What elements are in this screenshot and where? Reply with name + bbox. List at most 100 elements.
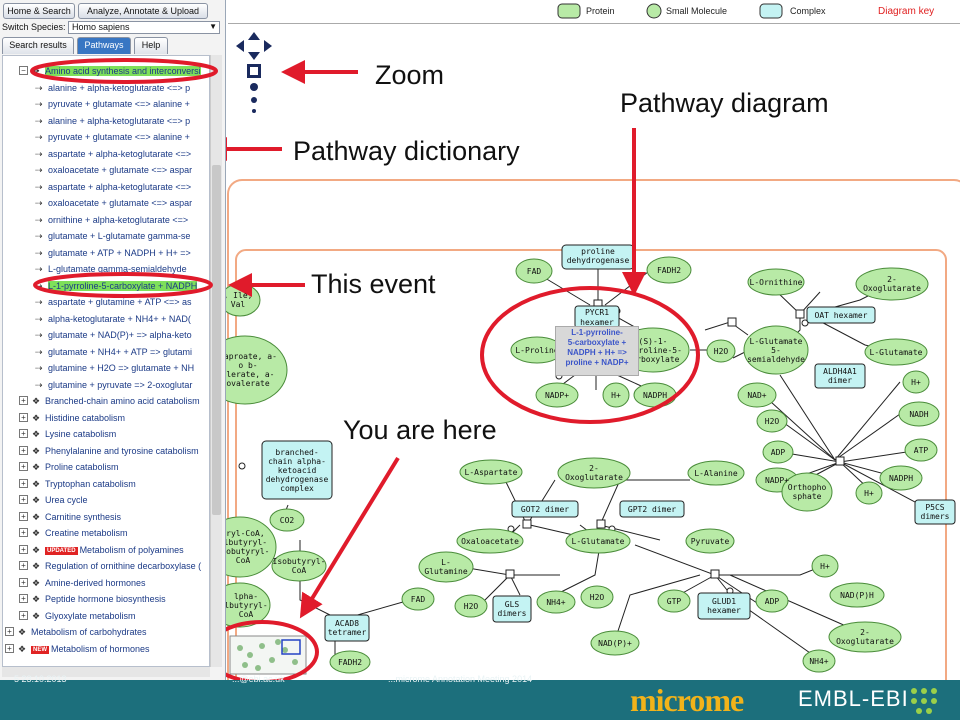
zoom-control[interactable] bbox=[236, 32, 272, 113]
pan-down-icon[interactable] bbox=[248, 52, 260, 60]
expand-toggle-icon[interactable]: + bbox=[19, 577, 28, 587]
analyze-annotate-upload-button[interactable]: Analyze, Annotate & Upload bbox=[78, 3, 208, 19]
node-label-nadph2: NADPH bbox=[856, 474, 946, 483]
tree-pathway-item[interactable]: + ❖ Tryptophan catabolism bbox=[19, 477, 136, 491]
tree-pathway-item[interactable]: + ❖ Lysine catabolism bbox=[19, 427, 116, 441]
tree-item-label: glutamine + pyruvate => 2-oxoglutar bbox=[48, 379, 193, 390]
expand-toggle-icon[interactable]: + bbox=[19, 478, 28, 488]
tree-item-label: oxaloacetate + glutamate <=> aspar bbox=[48, 165, 193, 175]
tree-pathway-item[interactable]: + ❖ NEW Metabolism of hormones bbox=[5, 642, 150, 656]
pan-left-icon[interactable] bbox=[236, 40, 244, 52]
tree-event-item[interactable]: ⇢ glutamate + NH4+ + ATP => glutami bbox=[35, 345, 192, 359]
tree-pathway-item[interactable]: + ❖ Urea cycle bbox=[19, 493, 88, 507]
pan-right-icon[interactable] bbox=[264, 40, 272, 52]
expand-toggle-icon[interactable]: + bbox=[19, 610, 28, 620]
expand-toggle-icon[interactable]: + bbox=[19, 594, 28, 603]
expand-toggle-icon[interactable]: + bbox=[19, 396, 28, 405]
collapse-toggle-icon[interactable]: − bbox=[19, 66, 28, 75]
tree-pathway-item[interactable]: + ❖ Metabolism of carbohydrates bbox=[5, 625, 147, 639]
tree-pathway-item[interactable]: + ❖ Carnitine synthesis bbox=[19, 510, 121, 524]
expand-toggle-icon[interactable]: + bbox=[19, 495, 28, 504]
tree-pathway-item[interactable]: + ❖ Phenylalanine and tyrosine catabolism bbox=[19, 444, 199, 458]
node-label-line: NADH bbox=[909, 409, 929, 419]
expand-toggle-icon[interactable]: + bbox=[19, 412, 28, 422]
pathway-icon: ❖ bbox=[32, 544, 41, 555]
tree-event-item[interactable]: ⇢ glutamine + H2O => glutamate + NH bbox=[35, 361, 194, 375]
tree-event-item[interactable]: ⇢ glutamate + L-glutamate gamma-se bbox=[35, 229, 190, 243]
home-search-button[interactable]: Home & Search bbox=[3, 3, 75, 19]
tree-event-item[interactable]: ⇢ oxaloacetate + glutamate <=> aspar bbox=[35, 196, 192, 210]
node-label-line: 2- bbox=[860, 628, 870, 637]
pathway-icon: ❖ bbox=[32, 528, 41, 538]
pathway-dictionary-tree[interactable]: − ❖ Amino acid synthesis and interconversi… bbox=[2, 55, 210, 667]
node-label-adp2: ADP bbox=[727, 597, 817, 606]
zoom-level-icon[interactable] bbox=[250, 83, 258, 91]
node-label-oxoglutarate1: 2- Oxoglutarate bbox=[847, 275, 937, 293]
expand-toggle-icon[interactable]: + bbox=[5, 627, 14, 636]
tree-pathway-item[interactable]: + ❖ Regulation of ornithine decarboxylase … bbox=[19, 559, 201, 573]
node-label-line: 2- bbox=[887, 275, 897, 284]
tree-event-item[interactable]: ⇢ pyruvate + glutamate <=> alanine + bbox=[35, 130, 190, 144]
tab-help[interactable]: Help bbox=[134, 37, 168, 54]
expand-toggle-icon[interactable]: + bbox=[19, 528, 28, 537]
node-label-oat-hexamer: OAT hexamer bbox=[796, 311, 886, 320]
expand-toggle-icon[interactable]: + bbox=[19, 429, 28, 438]
expand-toggle-icon[interactable]: + bbox=[19, 511, 28, 521]
node-label-nadph3: NAD(P)H bbox=[812, 591, 902, 600]
tree-event-item[interactable]: ⇢ alanine + alpha-ketoglutarate <=> p bbox=[35, 114, 190, 128]
tree-event-item[interactable]: ⇢ glutamate + ATP + NADPH + H+ => bbox=[35, 246, 191, 260]
node-label-fad1: FAD bbox=[489, 267, 579, 276]
tree-pathway-item[interactable]: − ❖ Amino acid synthesis and interconversi bbox=[19, 64, 201, 78]
node-label-gpt2: GPT2 dimer bbox=[607, 505, 697, 514]
tree-pathway-item[interactable]: + ❖ Glyoxylate metabolism bbox=[19, 609, 136, 623]
expand-toggle-icon[interactable]: + bbox=[5, 643, 14, 653]
zoom-level-icon[interactable] bbox=[252, 109, 256, 113]
diagram-key-title[interactable]: Diagram key bbox=[878, 6, 934, 17]
scrollbar-thumb[interactable] bbox=[212, 165, 221, 515]
status-badge: NEW bbox=[31, 645, 49, 654]
reaction-icon: ⇢ bbox=[35, 99, 43, 109]
tree-event-item[interactable]: ⇢ aspartate + alpha-ketoglutarate <=> bbox=[35, 147, 191, 161]
tree-pathway-item[interactable]: + ❖ Branched-chain amino acid catabolism bbox=[19, 394, 200, 408]
tree-event-item[interactable]: ⇢ aspartate + glutamine + ATP <=> as bbox=[35, 295, 192, 309]
tree-pathway-item[interactable]: + ❖ Creatine metabolism bbox=[19, 526, 128, 540]
tree-pathway-item[interactable]: + ❖ Amine-derived hormones bbox=[19, 576, 146, 590]
species-select[interactable]: Homo sapiens ▼ bbox=[68, 21, 220, 34]
tree-pathway-item[interactable]: + ❖ Peptide hormone biosynthesis bbox=[19, 592, 166, 606]
overview-thumbnail[interactable] bbox=[229, 635, 307, 675]
tree-event-item[interactable]: ⇢ aspartate + alpha-ketoglutarate <=> bbox=[35, 180, 191, 194]
tree-event-item[interactable]: ⇢ pyruvate + glutamate <=> alanine + bbox=[35, 97, 190, 111]
tree-pathway-item[interactable]: + ❖ UPDATED Metabolism of polyamines bbox=[19, 543, 184, 557]
expand-toggle-icon[interactable]: + bbox=[19, 462, 28, 471]
tree-item-label: glutamate + NH4+ + ATP => glutami bbox=[48, 346, 192, 357]
tree-pathway-item[interactable]: + ❖ Proline catabolism bbox=[19, 460, 119, 474]
tree-event-item[interactable]: ⇢ L-glutamate gamma-semialdehyde bbox=[35, 262, 187, 276]
node-label-line: H2O bbox=[764, 416, 780, 426]
tab-search-results[interactable]: Search results bbox=[2, 37, 74, 54]
tree-event-item[interactable]: ⇢ ornithine + alpha-ketoglutarate <=> bbox=[35, 213, 188, 227]
tree-item-label: ornithine + alpha-ketoglutarate <=> bbox=[48, 214, 189, 225]
tab-pathways[interactable]: Pathways bbox=[77, 37, 131, 54]
node-label-h2: H+ bbox=[871, 378, 960, 387]
node-label-line: GOT2 dimer bbox=[520, 504, 570, 514]
tree-event-item[interactable]: ⇢ L-1-pyrroline-5-carboxylate + NADPH bbox=[35, 279, 198, 293]
node-label-pyruvate: Pyruvate bbox=[665, 537, 755, 546]
tree-item-label: Metabolism of carbohydrates bbox=[31, 627, 147, 637]
node-label-l-aspartate: L-Aspartate bbox=[446, 468, 536, 477]
tree-pathway-item[interactable]: + ❖ Histidine catabolism bbox=[19, 411, 125, 425]
tree-event-item[interactable]: ⇢ alpha-ketoglutarate + NH4+ + NAD( bbox=[35, 312, 191, 326]
tree-vertical-scrollbar[interactable] bbox=[210, 55, 222, 667]
zoom-level-icon[interactable] bbox=[251, 97, 257, 103]
expand-toggle-icon[interactable]: + bbox=[19, 544, 28, 554]
node-label-line: L-Aspartate bbox=[464, 467, 518, 477]
tree-event-item[interactable]: ⇢ oxaloacetate + glutamate <=> aspar bbox=[35, 163, 192, 177]
expand-toggle-icon[interactable]: + bbox=[19, 561, 28, 570]
tree-event-item[interactable]: ⇢ glutamine + pyruvate => 2-oxoglutar bbox=[35, 378, 192, 392]
expand-toggle-icon[interactable]: + bbox=[19, 445, 28, 455]
tree-item-label: Peptide hormone biosynthesis bbox=[45, 594, 166, 604]
tree-event-item[interactable]: ⇢ alanine + alpha-ketoglutarate <=> p bbox=[35, 81, 190, 95]
node-label-line: NADPH bbox=[888, 473, 914, 483]
tree-event-item[interactable]: ⇢ glutamate + NAD(P)+ => alpha-keto bbox=[35, 328, 192, 342]
pan-up-icon[interactable] bbox=[248, 32, 260, 40]
node-label-atp1: ATP bbox=[876, 446, 960, 455]
